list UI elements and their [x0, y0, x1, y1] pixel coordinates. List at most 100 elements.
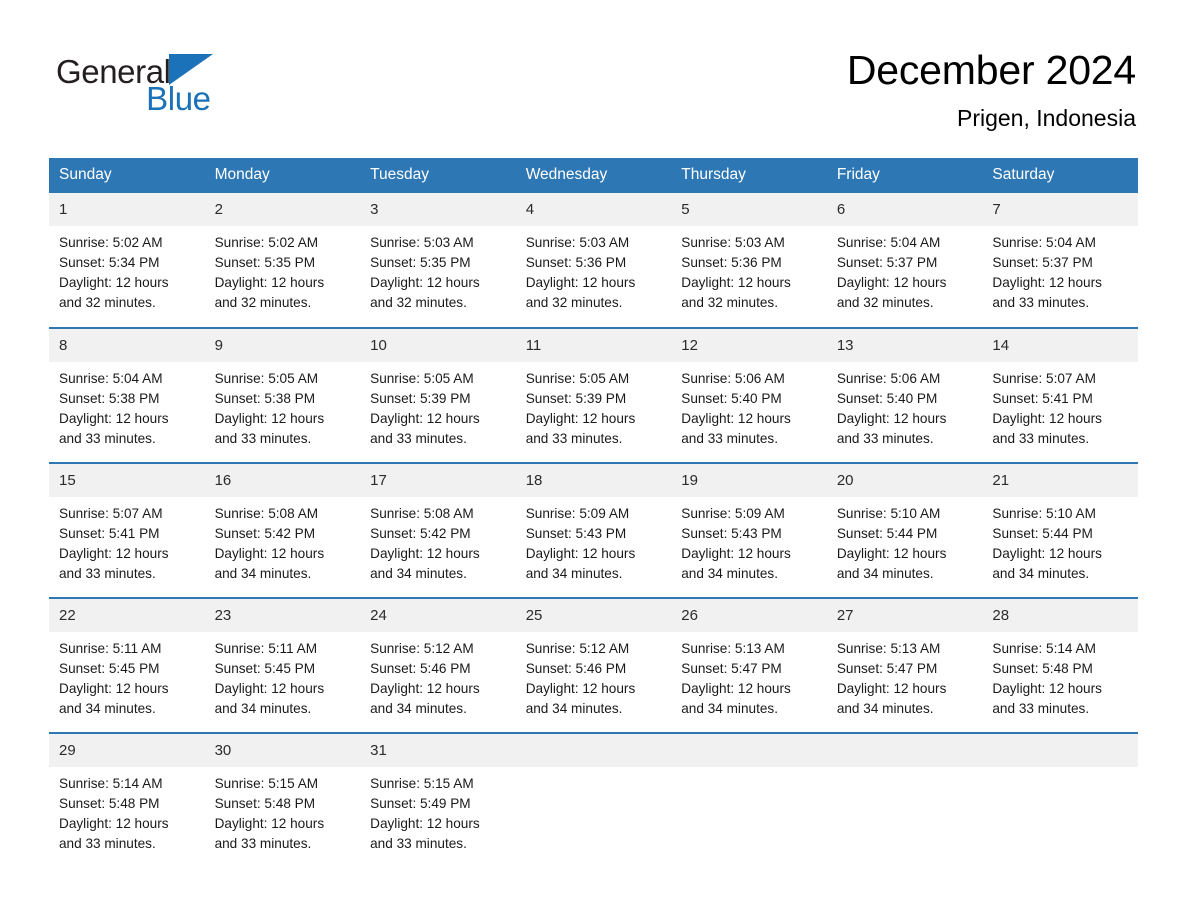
calendar-table: Sunday Monday Tuesday Wednesday Thursday…: [49, 158, 1138, 868]
day-number: 22: [49, 599, 205, 632]
sunrise-text: Sunrise: 5:14 AM: [992, 641, 1096, 656]
day-cell[interactable]: 3 Sunrise: 5:03 AM Sunset: 5:35 PM Dayli…: [360, 193, 516, 328]
day-cell[interactable]: 10 Sunrise: 5:05 AM Sunset: 5:39 PM Dayl…: [360, 327, 516, 463]
day-number: 21: [982, 464, 1138, 497]
daylight-text-line2: and 34 minutes.: [836, 701, 934, 716]
sunset-text: Sunset: 5:41 PM: [992, 391, 1093, 406]
page-header: General Blue December 2024 Prigen, Indon…: [0, 0, 1188, 131]
day-number: 6: [826, 193, 983, 226]
day-cell[interactable]: 12 Sunrise: 5:06 AM Sunset: 5:40 PM Dayl…: [671, 327, 827, 463]
sunrise-text: Sunrise: 5:04 AM: [992, 235, 1096, 250]
day-cell[interactable]: 31 Sunrise: 5:15 AM Sunset: 5:49 PM Dayl…: [360, 732, 516, 868]
daylight-text-line2: and 33 minutes.: [992, 295, 1090, 310]
sunrise-text: Sunrise: 5:11 AM: [59, 641, 162, 656]
calendar-week-row: 8 Sunrise: 5:04 AM Sunset: 5:38 PM Dayli…: [49, 327, 1138, 463]
daylight-text-line2: and 34 minutes.: [525, 701, 623, 716]
day-cell[interactable]: 8 Sunrise: 5:04 AM Sunset: 5:38 PM Dayli…: [49, 327, 205, 463]
day-number: 7: [982, 193, 1138, 226]
day-cell[interactable]: 28 Sunrise: 5:14 AM Sunset: 5:48 PM Dayl…: [982, 597, 1138, 733]
daylight-text-line2: and 33 minutes.: [59, 566, 156, 581]
day-number: 19: [671, 464, 827, 497]
day-cell[interactable]: 21 Sunrise: 5:10 AM Sunset: 5:44 PM Dayl…: [982, 462, 1138, 598]
day-cell[interactable]: 27 Sunrise: 5:13 AM Sunset: 5:47 PM Dayl…: [826, 597, 983, 733]
sunrise-text: Sunrise: 5:04 AM: [836, 235, 941, 250]
sunset-text: Sunset: 5:48 PM: [992, 661, 1093, 676]
day-cell[interactable]: 29 Sunrise: 5:14 AM Sunset: 5:48 PM Dayl…: [49, 732, 205, 868]
day-cell-empty: [671, 732, 827, 868]
daylight-text-line1: Daylight: 12 hours: [525, 681, 636, 696]
day-details: Sunrise: 5:09 AM Sunset: 5:43 PM Dayligh…: [671, 497, 827, 584]
sunrise-text: Sunrise: 5:03 AM: [681, 235, 785, 250]
day-cell[interactable]: 1 Sunrise: 5:02 AM Sunset: 5:34 PM Dayli…: [49, 193, 205, 328]
day-cell[interactable]: 18 Sunrise: 5:09 AM Sunset: 5:43 PM Dayl…: [515, 462, 672, 598]
day-cell[interactable]: 30 Sunrise: 5:15 AM Sunset: 5:48 PM Dayl…: [204, 732, 361, 868]
daylight-text-line1: Daylight: 12 hours: [59, 411, 169, 426]
sunset-text: Sunset: 5:45 PM: [214, 661, 316, 676]
day-number: 5: [671, 193, 827, 226]
sunrise-text: Sunrise: 5:08 AM: [370, 506, 474, 521]
sunset-text: Sunset: 5:39 PM: [525, 391, 627, 406]
daylight-text-line1: Daylight: 12 hours: [59, 816, 169, 831]
sunset-text: Sunset: 5:38 PM: [214, 391, 316, 406]
day-cell[interactable]: 24 Sunrise: 5:12 AM Sunset: 5:46 PM Dayl…: [360, 597, 516, 733]
daylight-text-line1: Daylight: 12 hours: [59, 275, 169, 290]
day-cell[interactable]: 13 Sunrise: 5:06 AM Sunset: 5:40 PM Dayl…: [826, 327, 983, 463]
day-number: 3: [360, 193, 516, 226]
sunset-text: Sunset: 5:47 PM: [836, 661, 938, 676]
daylight-text-line2: and 33 minutes.: [59, 836, 156, 851]
day-cell[interactable]: 26 Sunrise: 5:13 AM Sunset: 5:47 PM Dayl…: [671, 597, 827, 733]
day-cell[interactable]: 15 Sunrise: 5:07 AM Sunset: 5:41 PM Dayl…: [49, 462, 205, 598]
daylight-text-line2: and 33 minutes.: [59, 431, 156, 446]
day-cell[interactable]: 20 Sunrise: 5:10 AM Sunset: 5:44 PM Dayl…: [826, 462, 983, 598]
day-details: Sunrise: 5:08 AM Sunset: 5:42 PM Dayligh…: [205, 497, 361, 584]
sunrise-text: Sunrise: 5:07 AM: [59, 506, 163, 521]
day-cell[interactable]: 17 Sunrise: 5:08 AM Sunset: 5:42 PM Dayl…: [360, 462, 516, 598]
daylight-text-line1: Daylight: 12 hours: [214, 275, 325, 290]
day-number: 1: [49, 193, 205, 226]
day-cell[interactable]: 16 Sunrise: 5:08 AM Sunset: 5:42 PM Dayl…: [204, 462, 361, 598]
sunrise-text: Sunrise: 5:09 AM: [681, 506, 785, 521]
logo-text-blue: Blue: [146, 80, 211, 117]
day-cell[interactable]: 7 Sunrise: 5:04 AM Sunset: 5:37 PM Dayli…: [982, 193, 1138, 328]
daylight-text-line2: and 34 minutes.: [214, 701, 312, 716]
day-details: Sunrise: 5:10 AM Sunset: 5:44 PM Dayligh…: [982, 497, 1138, 584]
daylight-text-line2: and 34 minutes.: [836, 566, 934, 581]
day-cell[interactable]: 11 Sunrise: 5:05 AM Sunset: 5:39 PM Dayl…: [515, 327, 672, 463]
calendar-page: General Blue December 2024 Prigen, Indon…: [0, 0, 1188, 918]
sunset-text: Sunset: 5:37 PM: [836, 255, 938, 270]
sunset-text: Sunset: 5:48 PM: [214, 796, 316, 811]
day-details: Sunrise: 5:03 AM Sunset: 5:35 PM Dayligh…: [360, 226, 516, 313]
day-cell[interactable]: 6 Sunrise: 5:04 AM Sunset: 5:37 PM Dayli…: [826, 193, 983, 328]
day-details: Sunrise: 5:12 AM Sunset: 5:46 PM Dayligh…: [516, 632, 672, 719]
daylight-text-line2: and 33 minutes.: [992, 431, 1090, 446]
day-cell[interactable]: 2 Sunrise: 5:02 AM Sunset: 5:35 PM Dayli…: [204, 193, 361, 328]
daylight-text-line2: and 34 minutes.: [214, 566, 312, 581]
generalblue-logo[interactable]: General Blue: [56, 52, 213, 115]
day-number: 26: [671, 599, 827, 632]
sunrise-text: Sunrise: 5:10 AM: [836, 506, 941, 521]
daylight-text-line2: and 33 minutes.: [214, 836, 312, 851]
daylight-text-line2: and 32 minutes.: [214, 295, 312, 310]
sunset-text: Sunset: 5:40 PM: [681, 391, 782, 406]
day-details: Sunrise: 5:05 AM Sunset: 5:38 PM Dayligh…: [205, 362, 361, 449]
sunrise-text: Sunrise: 5:06 AM: [836, 371, 941, 386]
sunset-text: Sunset: 5:44 PM: [992, 526, 1093, 541]
sunset-text: Sunset: 5:36 PM: [525, 255, 627, 270]
day-number: 31: [360, 734, 516, 767]
day-cell[interactable]: 25 Sunrise: 5:12 AM Sunset: 5:46 PM Dayl…: [515, 597, 672, 733]
day-cell-empty: [826, 732, 983, 868]
day-cell[interactable]: 9 Sunrise: 5:05 AM Sunset: 5:38 PM Dayli…: [204, 327, 361, 463]
day-cell[interactable]: 22 Sunrise: 5:11 AM Sunset: 5:45 PM Dayl…: [49, 597, 205, 733]
day-cell[interactable]: 14 Sunrise: 5:07 AM Sunset: 5:41 PM Dayl…: [982, 327, 1138, 463]
sunset-text: Sunset: 5:35 PM: [370, 255, 471, 270]
sunrise-text: Sunrise: 5:13 AM: [836, 641, 941, 656]
day-details: Sunrise: 5:10 AM Sunset: 5:44 PM Dayligh…: [827, 497, 983, 584]
day-cell[interactable]: 23 Sunrise: 5:11 AM Sunset: 5:45 PM Dayl…: [204, 597, 361, 733]
day-cell[interactable]: 4 Sunrise: 5:03 AM Sunset: 5:36 PM Dayli…: [515, 193, 672, 328]
daylight-text-line2: and 34 minutes.: [370, 701, 467, 716]
sunset-text: Sunset: 5:44 PM: [836, 526, 938, 541]
sunset-text: Sunset: 5:43 PM: [681, 526, 782, 541]
day-cell[interactable]: 5 Sunrise: 5:03 AM Sunset: 5:36 PM Dayli…: [671, 193, 827, 328]
day-cell[interactable]: 19 Sunrise: 5:09 AM Sunset: 5:43 PM Dayl…: [671, 462, 827, 598]
day-details: Sunrise: 5:13 AM Sunset: 5:47 PM Dayligh…: [671, 632, 827, 719]
